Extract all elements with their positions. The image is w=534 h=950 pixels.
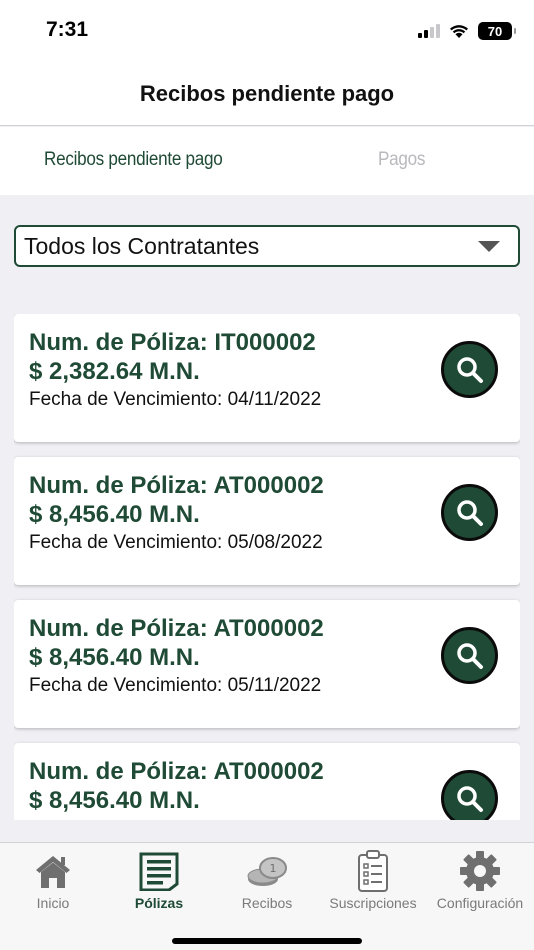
tab-bar: Inicio Pólizas 1 Recibos Suscripciones C… bbox=[0, 842, 534, 950]
magnifier-icon bbox=[456, 785, 483, 812]
coins-icon: 1 bbox=[245, 849, 289, 893]
home-icon bbox=[31, 849, 75, 893]
tab-polizas[interactable]: Pólizas bbox=[126, 843, 192, 921]
receipt-amount: $ 8,456.40 M.N. bbox=[29, 501, 200, 528]
tab-recibos-pendientes[interactable]: Recibos pendiente pago bbox=[44, 149, 223, 171]
receipt-card[interactable]: Num. de Póliza: AT000002 $ 8,456.40 M.N.… bbox=[14, 457, 520, 585]
receipt-card[interactable]: Num. de Póliza: AT000002 $ 8,456.40 M.N.… bbox=[14, 600, 520, 728]
status-icons: 70 bbox=[418, 22, 516, 40]
tab-configuracion[interactable]: Configuración bbox=[430, 843, 530, 921]
receipt-list[interactable]: Num. de Póliza: IT000002 $ 2,382.64 M.N.… bbox=[14, 314, 520, 820]
contratante-dropdown[interactable]: Todos los Contratantes bbox=[14, 225, 520, 267]
receipt-card[interactable]: Num. de Póliza: IT000002 $ 2,382.64 M.N.… bbox=[14, 314, 520, 442]
tab-label: Recibos bbox=[241, 895, 293, 911]
tab-inicio[interactable]: Inicio bbox=[20, 843, 86, 921]
due-date: Fecha de Vencimiento: 05/08/2022 bbox=[29, 532, 323, 553]
tab-suscripciones[interactable]: Suscripciones bbox=[324, 843, 422, 921]
battery-icon: 70 bbox=[478, 22, 516, 40]
tab-pagos[interactable]: Pagos bbox=[378, 149, 425, 171]
gear-icon bbox=[458, 849, 502, 893]
dropdown-selected-value: Todos los Contratantes bbox=[24, 232, 260, 259]
page-title: Recibos pendiente pago bbox=[139, 80, 395, 106]
policies-icon bbox=[137, 849, 181, 893]
caret-down-icon bbox=[478, 241, 500, 252]
policy-number: Num. de Póliza: IT000002 bbox=[29, 329, 316, 356]
svg-text:1: 1 bbox=[270, 862, 277, 875]
search-button[interactable] bbox=[441, 341, 498, 398]
clipboard-icon bbox=[351, 849, 395, 893]
receipt-amount: $ 2,382.64 M.N. bbox=[29, 358, 200, 385]
tab-label: Inicio bbox=[36, 895, 70, 911]
due-date: Fecha de Vencimiento: 05/11/2022 bbox=[29, 675, 322, 696]
tab-label: Suscripciones bbox=[329, 895, 417, 911]
status-time: 7:31 bbox=[46, 18, 89, 41]
magnifier-icon bbox=[456, 642, 483, 669]
search-button[interactable] bbox=[441, 627, 498, 684]
search-button[interactable] bbox=[441, 770, 498, 820]
segment-control: Recibos pendiente pago Pagos bbox=[0, 127, 534, 195]
home-indicator bbox=[172, 938, 362, 944]
magnifier-icon bbox=[456, 499, 483, 526]
tab-label: Pólizas bbox=[134, 895, 184, 911]
navigation-bar: Recibos pendiente pago bbox=[0, 62, 534, 126]
policy-number: Num. de Póliza: AT000002 bbox=[29, 615, 324, 642]
magnifier-icon bbox=[456, 356, 483, 383]
signal-icon bbox=[418, 24, 440, 38]
tab-recibos[interactable]: 1 Recibos bbox=[232, 843, 302, 921]
due-date: Fecha de Vencimiento: 04/11/2022 bbox=[29, 389, 322, 410]
policy-number: Num. de Póliza: AT000002 bbox=[29, 758, 324, 785]
receipt-amount: $ 8,456.40 M.N. bbox=[29, 787, 200, 814]
tab-label: Configuración bbox=[436, 895, 524, 911]
search-button[interactable] bbox=[441, 484, 498, 541]
status-bar: 7:31 70 bbox=[0, 0, 534, 62]
receipt-amount: $ 8,456.40 M.N. bbox=[29, 644, 200, 671]
policy-number: Num. de Póliza: AT000002 bbox=[29, 472, 324, 499]
receipt-card[interactable]: Num. de Póliza: AT000002 $ 8,456.40 M.N. bbox=[14, 743, 520, 820]
wifi-icon bbox=[450, 25, 468, 38]
